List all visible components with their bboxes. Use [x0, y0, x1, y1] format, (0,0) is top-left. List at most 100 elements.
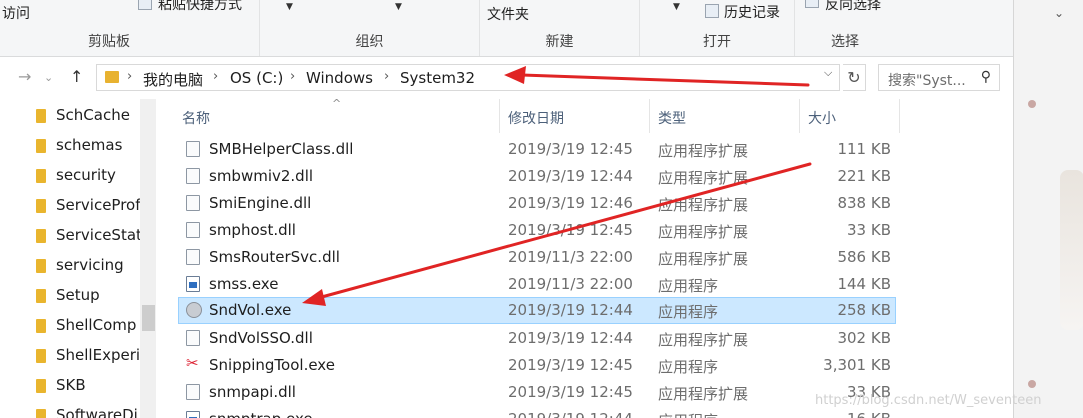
nav-item[interactable]: ShellExperi: [0, 340, 140, 370]
file-name: SmsRouterSvc.dll: [209, 248, 340, 266]
file-type: 应用程序扩展: [658, 142, 749, 160]
file-row[interactable]: smphost.dll 2019/3/19 12:45 应用程序扩展 33 KB: [178, 217, 896, 244]
file-size: 258 KB: [837, 301, 891, 319]
breadcrumb-windows[interactable]: Windows: [306, 69, 373, 87]
breadcrumb-system32[interactable]: System32: [400, 69, 475, 87]
file-size: 33 KB: [847, 221, 891, 239]
breadcrumb-chevron-icon[interactable]: ›: [290, 69, 295, 84]
dll-icon: [186, 384, 200, 400]
file-date: 2019/3/19 12:44: [508, 410, 633, 418]
folder-icon: [36, 349, 46, 363]
ribbon-group-select: 选择: [795, 0, 895, 56]
folder-icon: [36, 229, 46, 243]
file-date: 2019/3/19 12:45: [508, 383, 633, 401]
file-row[interactable]: SndVolSSO.dll 2019/3/19 12:44 应用程序扩展 302…: [178, 325, 896, 352]
navigation-pane: SchCache schemas security ServiceProf Se…: [0, 99, 156, 418]
ribbon-group-open: 打开: [640, 0, 795, 56]
ribbon-group-label: 打开: [703, 34, 731, 50]
file-type: 应用程序: [658, 358, 719, 376]
file-row[interactable]: SMBHelperClass.dll 2019/3/19 12:45 应用程序扩…: [178, 136, 896, 163]
nav-item-label: security: [56, 166, 116, 184]
scrollbar-thumb[interactable]: [142, 305, 155, 331]
nav-item-label: ServiceStat: [56, 226, 142, 244]
nav-item[interactable]: Setup: [0, 280, 140, 310]
file-name: SMBHelperClass.dll: [209, 140, 354, 158]
breadcrumb-chevron-icon[interactable]: ›: [384, 69, 389, 84]
search-icon[interactable]: ⚲: [981, 69, 991, 85]
nav-item-label: SKB: [56, 376, 86, 394]
folder-icon: [36, 409, 46, 418]
nav-item[interactable]: ServiceStat: [0, 220, 142, 250]
file-name: SmiEngine.dll: [209, 194, 312, 212]
file-name: SndVol.exe: [209, 301, 292, 319]
file-type: 应用程序: [658, 410, 718, 418]
folder-icon: [36, 289, 46, 303]
ribbon-group-new: 新建: [480, 0, 640, 56]
folder-icon: [36, 379, 46, 393]
file-name: SnippingTool.exe: [209, 356, 335, 374]
column-header-type[interactable]: 类型: [650, 99, 800, 133]
file-row[interactable]: SmiEngine.dll 2019/3/19 12:46 应用程序扩展 838…: [178, 190, 896, 217]
dll-icon: [186, 330, 200, 346]
nav-item-label: servicing: [56, 256, 124, 274]
watermark-text: https://blog.csdn.net/W_seventeen: [815, 393, 1042, 408]
folder-icon: [36, 259, 46, 273]
column-header-name[interactable]: 名称: [174, 99, 500, 133]
dll-icon: [186, 141, 200, 157]
nav-item[interactable]: SchCache: [0, 100, 140, 130]
dll-icon: [186, 222, 200, 238]
folder-icon: [36, 169, 46, 183]
column-header-date[interactable]: 修改日期: [500, 99, 650, 133]
file-row[interactable]: ✂ SnippingTool.exe 2019/3/19 12:45 应用程序 …: [178, 352, 896, 379]
file-type: 应用程序扩展: [658, 385, 749, 403]
breadcrumb-chevron-icon[interactable]: ›: [213, 69, 218, 84]
nav-item-label: SchCache: [56, 106, 130, 124]
nav-item[interactable]: SKB: [0, 370, 140, 400]
file-row[interactable]: SmsRouterSvc.dll 2019/11/3 22:00 应用程序扩展 …: [178, 244, 896, 271]
column-header-size[interactable]: 大小: [800, 99, 900, 133]
exe-icon: [186, 276, 200, 292]
nav-scrollbar[interactable]: [140, 99, 156, 418]
nav-item[interactable]: ServiceProf: [0, 190, 141, 220]
address-bar[interactable]: › 我的电脑 › OS (C:) › Windows › System32: [96, 64, 840, 91]
file-date: 2019/3/19 12:45: [508, 221, 633, 239]
file-row-selected[interactable]: SndVol.exe 2019/3/19 12:44 应用程序 258 KB: [178, 297, 896, 324]
search-placeholder: 搜索"Syst...: [888, 73, 966, 89]
ribbon-group-clipboard: 剪贴板: [0, 0, 260, 56]
recent-dropdown-icon[interactable]: ⌄: [44, 71, 53, 84]
file-row[interactable]: snmpapi.dll 2019/3/19 12:45 应用程序扩展 33 KB: [178, 379, 896, 406]
folder-icon: [36, 199, 46, 213]
ribbon-group-label: 选择: [831, 34, 859, 50]
breadcrumb-chevron-icon[interactable]: ›: [127, 69, 132, 84]
file-size: 16 KB: [801, 410, 891, 418]
file-type: 应用程序扩展: [658, 331, 749, 349]
file-date: 2019/3/19 12:45: [508, 140, 633, 158]
file-row[interactable]: smss.exe 2019/11/3 22:00 应用程序 144 KB: [178, 271, 896, 298]
nav-item[interactable]: SoftwareDi: [0, 400, 140, 418]
up-arrow-icon[interactable]: ↑: [70, 67, 83, 86]
chevron-down-icon[interactable]: ⌵: [824, 66, 832, 80]
nav-item-label: Setup: [56, 286, 100, 304]
nav-item[interactable]: schemas: [0, 130, 140, 160]
scissors-icon: ✂: [186, 354, 199, 372]
dll-icon: [186, 195, 200, 211]
back-arrow-icon[interactable]: →: [18, 67, 31, 86]
file-size: 221 KB: [837, 167, 891, 185]
nav-item-label: ShellExperi: [56, 346, 141, 364]
breadcrumb-my-computer[interactable]: 我的电脑: [143, 69, 203, 90]
chevron-down-icon[interactable]: ⌄: [1054, 6, 1064, 20]
nav-item[interactable]: servicing: [0, 250, 140, 280]
nav-item[interactable]: ShellComp: [0, 310, 140, 340]
refresh-icon[interactable]: ↻: [843, 64, 866, 91]
exe-icon: [186, 411, 200, 418]
file-list: ^ 名称 修改日期 类型 大小 SMBHelperClass.dll 2019/…: [156, 99, 1013, 418]
file-row[interactable]: smbwmiv2.dll 2019/3/19 12:44 应用程序扩展 221 …: [178, 163, 896, 190]
file-date: 2019/11/3 22:00: [508, 248, 633, 266]
nav-item[interactable]: security: [0, 160, 140, 190]
search-input[interactable]: 搜索"Syst... ⚲: [878, 64, 1000, 91]
file-row[interactable]: snmptrap.exe 2019/3/19 12:44 应用程序 16 KB: [178, 406, 896, 418]
folder-icon: [36, 319, 46, 333]
dll-icon: [186, 168, 200, 184]
breadcrumb-drive[interactable]: OS (C:): [230, 69, 283, 87]
ribbon-group-label: 剪贴板: [88, 34, 130, 50]
